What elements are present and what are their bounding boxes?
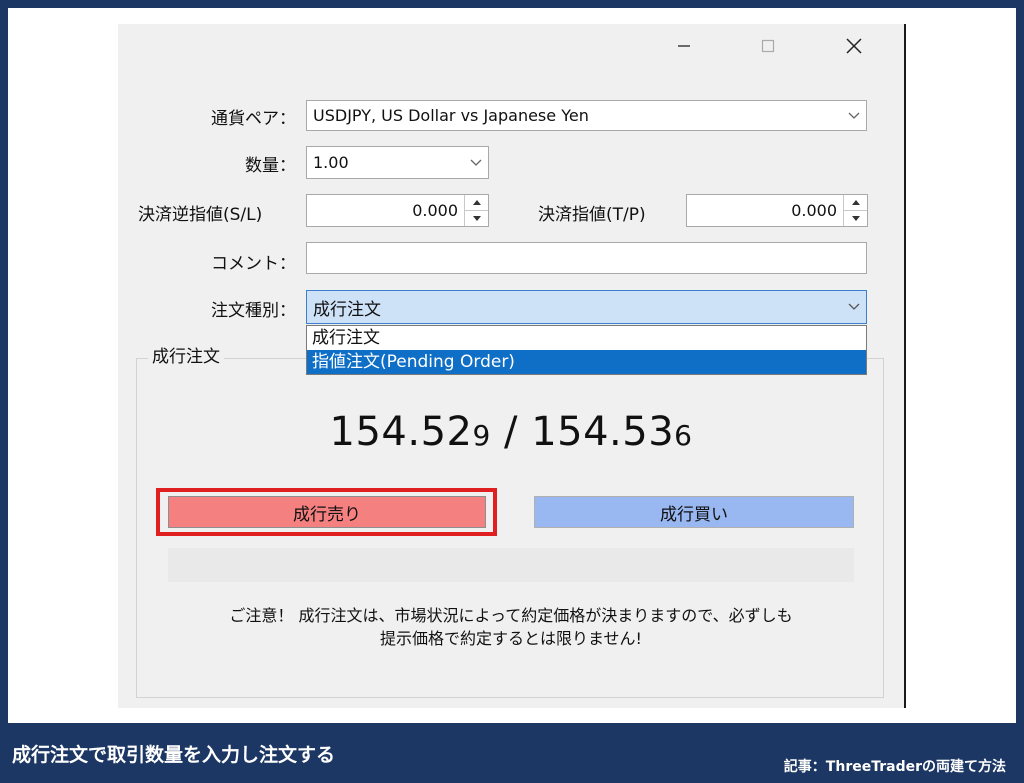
- order-type-select[interactable]: 成行注文: [306, 290, 867, 324]
- tp-stepper[interactable]: [843, 195, 867, 226]
- bid-price: 154.52: [329, 409, 473, 455]
- order-dialog: 通貨ペア： USDJPY, US Dollar vs Japanese Yen …: [118, 24, 906, 708]
- status-strip: [168, 548, 854, 582]
- order-type-dropdown-list: 成行注文 指値注文(Pending Order): [306, 325, 867, 375]
- title-bar: [118, 24, 904, 68]
- dropdown-option-market[interactable]: 成行注文: [307, 326, 866, 350]
- stepper-up-icon[interactable]: [844, 195, 867, 210]
- caption-title: 成行注文で取引数量を入力し注文する: [12, 744, 336, 766]
- symbol-select[interactable]: USDJPY, US Dollar vs Japanese Yen: [306, 100, 867, 131]
- stepper-down-icon[interactable]: [465, 210, 488, 226]
- minimize-icon[interactable]: [664, 28, 704, 64]
- notice-text: ご注意！ 成行注文は、市場状況によって約定価格が決まりますので、必ずしも 提示価…: [138, 604, 884, 650]
- volume-label: 数量：: [245, 156, 296, 176]
- order-type-label: 注文種別：: [211, 301, 296, 321]
- ask-price: 154.53: [531, 409, 675, 455]
- sl-label: 決済逆指値(S/L): [138, 205, 263, 225]
- notice-line-1: ご注意！ 成行注文は、市場状況によって約定価格が決まりますので、必ずしも: [229, 606, 793, 625]
- caption-source: 記事：ThreeTraderの両建て方法: [783, 759, 1006, 775]
- maximize-icon[interactable]: [748, 28, 788, 64]
- chevron-down-icon: [842, 112, 866, 120]
- comment-input[interactable]: [306, 242, 867, 274]
- stepper-down-icon[interactable]: [844, 210, 867, 226]
- volume-select[interactable]: 1.00: [306, 146, 489, 179]
- chevron-down-icon: [842, 303, 866, 311]
- price-display: 154.529 / 154.536: [118, 409, 904, 455]
- order-type-value: 成行注文: [313, 299, 381, 320]
- symbol-label: 通貨ペア：: [211, 109, 296, 129]
- sl-value: 0.000: [412, 201, 458, 220]
- comment-label: コメント：: [211, 254, 296, 274]
- tp-label: 決済指値(T/P): [538, 205, 646, 225]
- group-title: 成行注文: [148, 342, 224, 367]
- sl-input[interactable]: 0.000: [306, 194, 489, 227]
- volume-value: 1.00: [313, 153, 349, 172]
- close-icon[interactable]: [834, 28, 874, 64]
- market-sell-button[interactable]: 成行売り: [168, 496, 486, 528]
- price-separator: /: [490, 409, 532, 455]
- tp-input[interactable]: 0.000: [686, 194, 868, 227]
- dropdown-option-pending[interactable]: 指値注文(Pending Order): [307, 350, 866, 374]
- ask-price-pip: 6: [674, 419, 693, 452]
- bid-price-pip: 9: [472, 419, 491, 452]
- market-buy-button[interactable]: 成行買い: [534, 496, 854, 528]
- tp-value: 0.000: [791, 201, 837, 220]
- sl-stepper[interactable]: [464, 195, 488, 226]
- symbol-value: USDJPY, US Dollar vs Japanese Yen: [313, 106, 589, 125]
- notice-line-2: 提示価格で約定するとは限りません!: [380, 629, 642, 648]
- stepper-up-icon[interactable]: [465, 195, 488, 210]
- chevron-down-icon: [464, 159, 488, 167]
